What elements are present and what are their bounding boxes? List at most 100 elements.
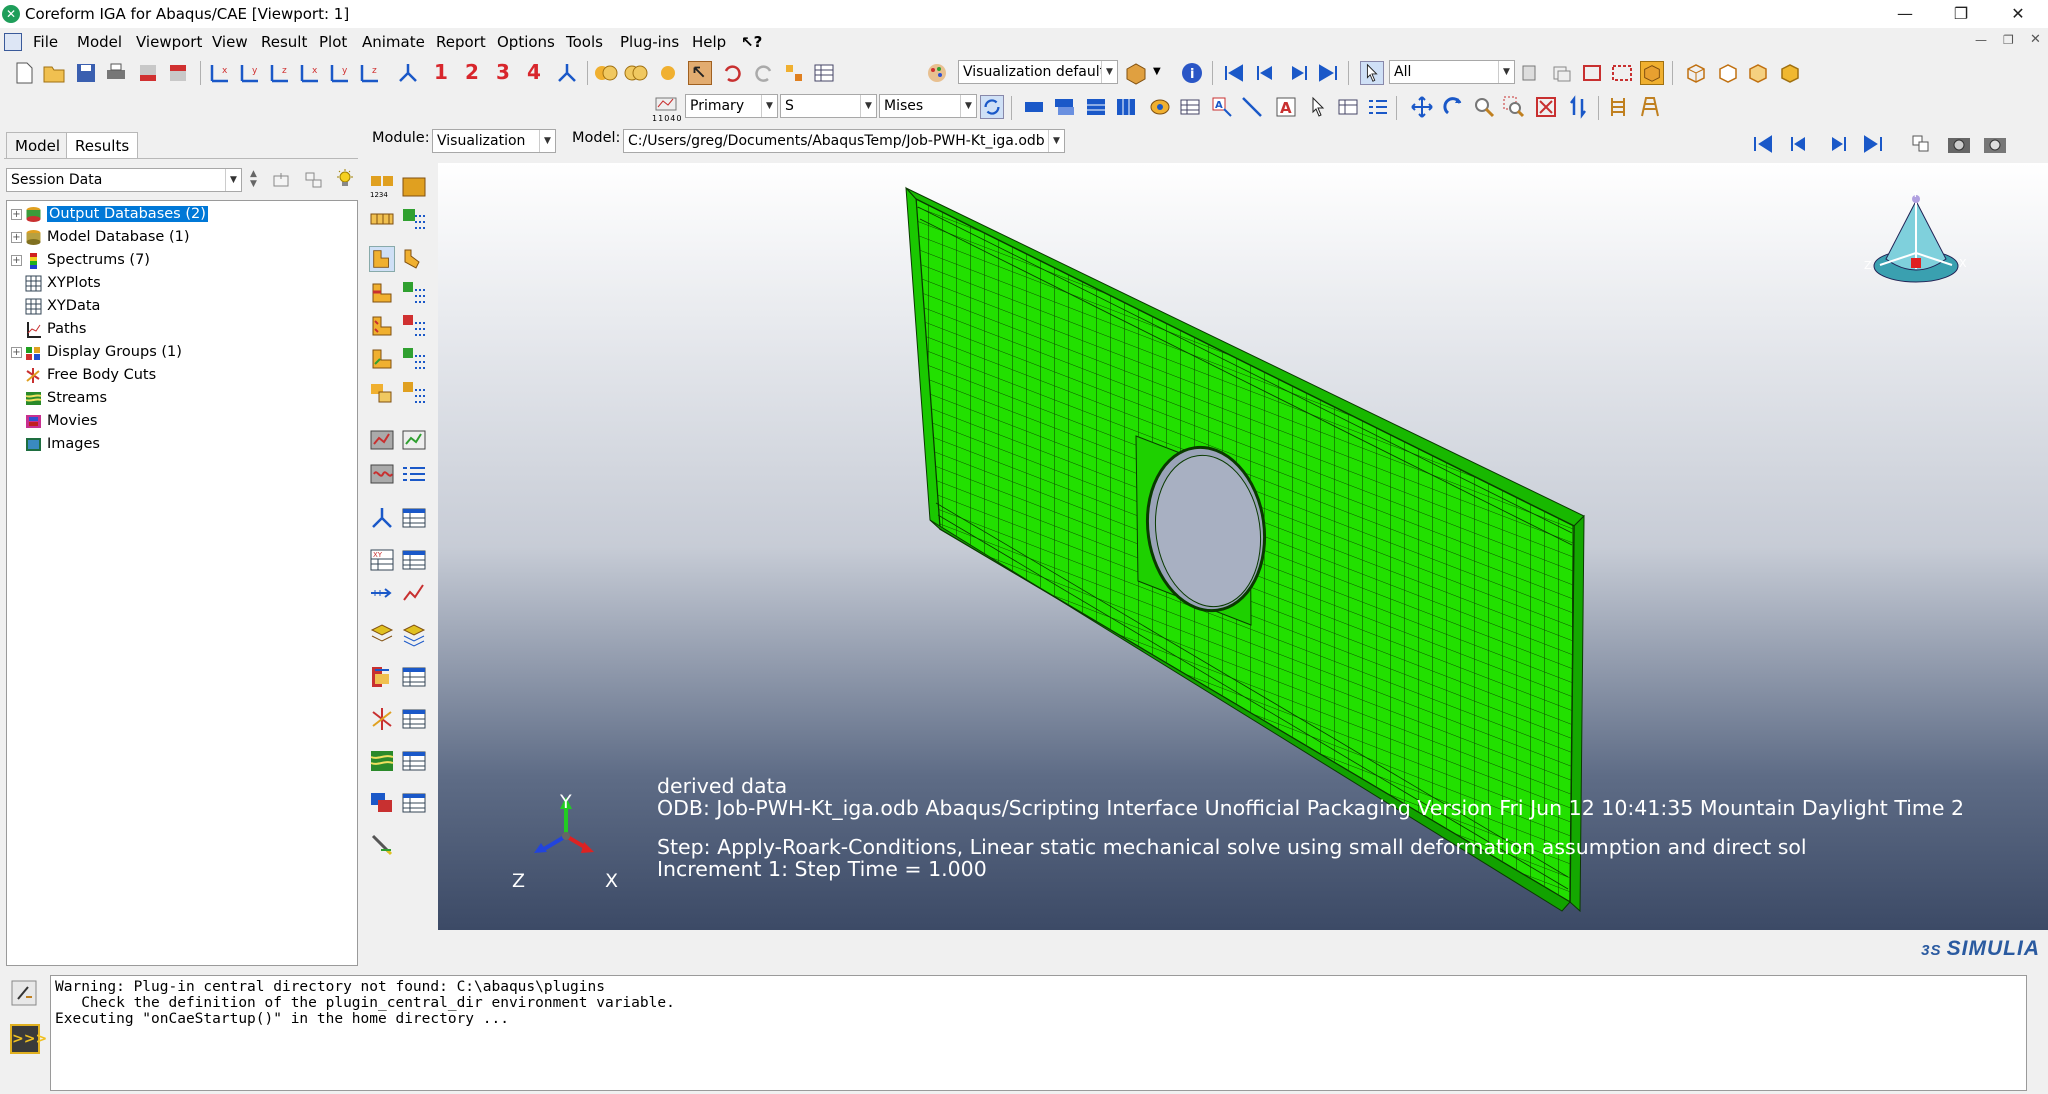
view-left-icon[interactable]: z: [268, 61, 292, 85]
plot-symbols-icon[interactable]: [1148, 95, 1172, 119]
text-box-icon[interactable]: A: [1274, 95, 1298, 119]
table-icon[interactable]: [812, 61, 836, 85]
overlay-icon[interactable]: [1550, 61, 1574, 85]
pointer-select-icon[interactable]: [1360, 61, 1384, 85]
view-cut-table-icon[interactable]: [401, 505, 427, 531]
tree-item-streams[interactable]: Streams: [11, 387, 107, 409]
view-top-icon[interactable]: y: [328, 61, 352, 85]
menu-model[interactable]: Model: [77, 33, 122, 51]
import-icon[interactable]: [166, 61, 190, 85]
undo-icon[interactable]: [720, 61, 744, 85]
tree-item-paths[interactable]: Paths: [11, 318, 86, 340]
menu-help[interactable]: Help: [692, 33, 726, 51]
box-pick-icon[interactable]: [1610, 61, 1634, 85]
wireframe-icon[interactable]: [1684, 61, 1708, 85]
text-annotation-icon[interactable]: A: [1210, 95, 1234, 119]
menu-options[interactable]: Options: [497, 33, 555, 51]
user-view-4[interactable]: 4: [527, 60, 541, 84]
box-zoom-icon[interactable]: [1580, 61, 1604, 85]
superimpose-options-icon[interactable]: [401, 380, 427, 406]
message-console[interactable]: Warning: Plug-in central directory not f…: [50, 975, 2027, 1091]
superimpose-icon[interactable]: [1606, 95, 1630, 119]
contour-options-icon[interactable]: [401, 280, 427, 306]
animate-time-history-icon[interactable]: [401, 428, 427, 454]
create-movie-icon[interactable]: [369, 790, 395, 816]
tree-item-movies[interactable]: Movies: [11, 410, 97, 432]
menu-plugins[interactable]: Plug-ins: [620, 33, 679, 51]
sketch-pencil-icon[interactable]: [369, 832, 395, 858]
active-steps-icon[interactable]: [369, 206, 395, 232]
view-manager-icon[interactable]: [555, 61, 579, 85]
camera-animation-icon[interactable]: [1982, 132, 2008, 156]
view-back-icon[interactable]: y: [238, 61, 262, 85]
graphics-viewport[interactable]: Y Z X Y Z X derived data ODB: Job-PWH-Kt…: [438, 163, 2048, 930]
variable-invariant-combo[interactable]: Mises ▼: [879, 94, 977, 118]
plot-symbols-tool-icon[interactable]: [369, 313, 395, 339]
replace-icon[interactable]: [594, 61, 618, 85]
create-path-icon[interactable]: [369, 580, 395, 606]
new-file-icon[interactable]: [12, 61, 36, 85]
select-tool-icon[interactable]: [688, 61, 712, 85]
overlay-plot-icon[interactable]: [1638, 95, 1662, 119]
variable-position-combo[interactable]: Primary ▼: [685, 94, 778, 118]
allow-multiple-plot-states-icon[interactable]: [369, 380, 395, 406]
query-icon[interactable]: [782, 61, 806, 85]
tree-item-free-body-cuts[interactable]: Free Body Cuts: [11, 364, 156, 386]
plot-material-orientations-icon[interactable]: [369, 346, 395, 372]
rotate-icon[interactable]: [1442, 95, 1466, 119]
sync-options-icon[interactable]: [980, 95, 1004, 119]
menu-report[interactable]: Report: [436, 33, 486, 51]
create-display-group-icon[interactable]: [369, 622, 395, 648]
menu-tools[interactable]: Tools: [566, 33, 603, 51]
view-bottom-icon[interactable]: z: [358, 61, 382, 85]
tree-item-xydata[interactable]: XYData: [11, 295, 100, 317]
arrow-pointer-icon[interactable]: [1306, 95, 1330, 119]
view-cut-icon[interactable]: [1124, 61, 1148, 85]
add-icon[interactable]: [624, 61, 648, 85]
menu-file[interactable]: File: [33, 33, 58, 51]
export-icon[interactable]: [136, 61, 160, 85]
view-front-icon[interactable]: x: [208, 61, 232, 85]
tree-item-spectrums[interactable]: + Spectrums (7): [11, 249, 150, 271]
selection-options-icon[interactable]: [1518, 61, 1542, 85]
mdi-restore-icon[interactable]: ❐: [2003, 33, 2014, 47]
view-cut-dropdown-icon[interactable]: ▼: [1153, 66, 1161, 77]
step-frame-list-icon[interactable]: 1234: [369, 174, 395, 200]
field-output-icon[interactable]: [401, 174, 427, 200]
python-command-icon[interactable]: >>>: [10, 1024, 47, 1054]
menu-plot[interactable]: Plot: [319, 33, 347, 51]
visualization-defaults-combo[interactable]: Visualization defaults ▼: [958, 60, 1118, 84]
tree-item-display-groups[interactable]: + Display Groups (1): [11, 341, 182, 363]
session-data-combo[interactable]: Session Data ▼: [6, 168, 242, 192]
tab-results[interactable]: Results: [66, 132, 139, 158]
camera-icon[interactable]: [1946, 132, 1972, 156]
orientation-options-icon[interactable]: [401, 346, 427, 372]
menu-viewport[interactable]: Viewport: [136, 33, 202, 51]
options-list-icon[interactable]: [1366, 95, 1390, 119]
last-step-icon[interactable]: [1862, 133, 1884, 155]
tab-model[interactable]: Model: [6, 132, 70, 158]
plot-undeformed-shape-icon[interactable]: [369, 246, 395, 272]
mdi-close-icon[interactable]: ✕: [2030, 32, 2041, 47]
previous-step-icon[interactable]: [1789, 133, 1811, 155]
magnify-icon[interactable]: [1472, 95, 1496, 119]
save-icon[interactable]: [74, 61, 98, 85]
zoom-box-icon[interactable]: [1502, 95, 1526, 119]
open-folder-icon[interactable]: [42, 61, 66, 85]
next-frame-icon[interactable]: [1286, 61, 1310, 85]
plot-contours-icon[interactable]: [369, 280, 395, 306]
auto-fit-icon[interactable]: [1534, 95, 1558, 119]
plot-contours-deformed-icon[interactable]: [1114, 95, 1138, 119]
plot-deformed-shape-icon[interactable]: [401, 246, 427, 272]
plot-material-orientation-icon[interactable]: [1178, 95, 1202, 119]
message-area-icon[interactable]: [10, 979, 38, 1007]
view-iso-icon[interactable]: [396, 61, 420, 85]
model-combo[interactable]: C:/Users/greg/Documents/AbaqusTemp/Job-P…: [623, 129, 1065, 153]
stream-tool-icon[interactable]: [369, 748, 395, 774]
tree-item-output-databases[interactable]: + Output Databases (2): [11, 203, 208, 225]
menu-animate[interactable]: Animate: [362, 33, 425, 51]
mdi-minimize-icon[interactable]: —: [1975, 33, 1987, 47]
tree-item-model-database[interactable]: + Model Database (1): [11, 226, 189, 248]
tree-item-images[interactable]: Images: [11, 433, 100, 455]
palette-icon[interactable]: [925, 61, 949, 85]
